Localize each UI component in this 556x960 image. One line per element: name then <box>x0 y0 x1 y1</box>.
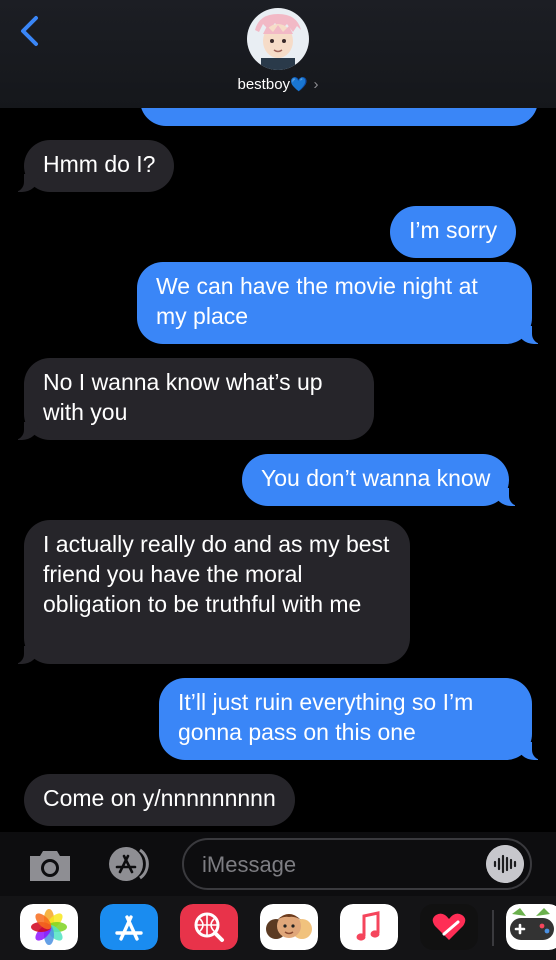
message-bubble-outgoing[interactable]: It’ll just ruin everything so I’m gonna … <box>159 678 544 760</box>
message-input-placeholder: iMessage <box>202 852 297 877</box>
contact-name-row[interactable]: bestboy💙 › <box>0 76 556 93</box>
chevron-right-icon: › <box>313 76 319 93</box>
back-chevron-icon[interactable] <box>14 14 48 48</box>
message-text: I’m sorry <box>409 217 498 243</box>
message-text: We can have the movie night at my place <box>156 273 478 329</box>
message-text: No I wanna know what’s up with you <box>43 369 323 425</box>
game-icon[interactable] <box>506 904 556 950</box>
compose-bar: iMessage <box>0 832 556 896</box>
message-bubble-incoming[interactable]: I actually really do and as my best frie… <box>12 520 410 664</box>
music-icon[interactable] <box>340 904 398 950</box>
message-bubble-incoming[interactable]: No I wanna know what’s up with you <box>12 358 374 440</box>
message-bubble-outgoing[interactable]: I’m sorry <box>390 206 517 258</box>
apps-button-icon[interactable] <box>104 844 156 884</box>
message-text: Hmm do I? <box>43 151 156 177</box>
imessage-app-drawer <box>0 896 556 960</box>
memoji-icon[interactable] <box>260 904 318 950</box>
photos-icon[interactable] <box>20 904 78 950</box>
message-text: It’ll just ruin everything so I’m gonna … <box>178 689 474 745</box>
contact-avatar[interactable] <box>247 8 309 70</box>
message-bubble-outgoing[interactable]: You don’t wanna know <box>242 454 522 506</box>
message-text: You don’t wanna know <box>261 465 491 491</box>
camera-icon[interactable] <box>26 848 74 884</box>
app-drawer-divider <box>492 910 494 946</box>
message-bubble-outgoing[interactable]: We can have the movie night at my place <box>137 262 544 344</box>
avatar-image <box>247 8 309 70</box>
conversation-header: bestboy💙 › <box>0 0 556 108</box>
message-bubble-incoming[interactable]: Come on y/nnnnnnnnn <box>24 774 295 826</box>
app-store-icon[interactable] <box>100 904 158 950</box>
message-text: Come on y/nnnnnnnnn <box>43 785 276 811</box>
audio-message-icon[interactable] <box>486 845 524 883</box>
digital-touch-icon[interactable] <box>420 904 478 950</box>
message-bubble-incoming[interactable]: Hmm do I? <box>11 140 175 192</box>
web-search-icon[interactable] <box>180 904 238 950</box>
blue-heart-icon: 💙 <box>290 76 308 92</box>
message-text: I actually really do and as my best frie… <box>43 531 390 617</box>
contact-name: bestboy <box>237 76 291 93</box>
message-input[interactable]: iMessage <box>182 838 532 890</box>
